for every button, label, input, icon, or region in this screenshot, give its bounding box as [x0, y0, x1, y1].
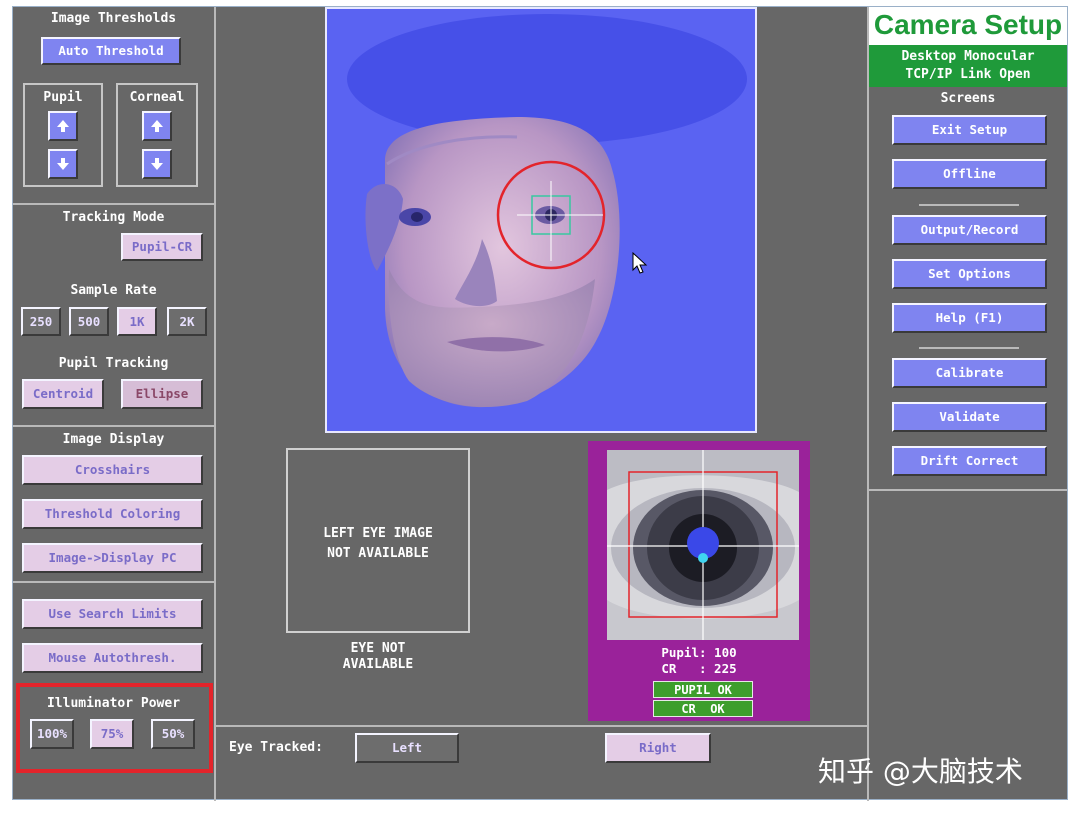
- auto-threshold-button[interactable]: Auto Threshold: [41, 37, 181, 65]
- camera-image[interactable]: [325, 7, 757, 433]
- section-divider: [13, 581, 214, 583]
- sample-rate-250-button[interactable]: 250: [21, 307, 61, 336]
- crosshairs-button[interactable]: Crosshairs: [22, 455, 203, 485]
- bottom-bar-divider: [214, 725, 867, 727]
- centroid-button[interactable]: Centroid: [22, 379, 104, 409]
- sample-rate-1k-button[interactable]: 1K: [117, 307, 157, 336]
- image-display-pc-button[interactable]: Image->Display PC: [22, 543, 203, 573]
- ellipse-button[interactable]: Ellipse: [121, 379, 203, 409]
- left-eye-image-line2: NOT AVAILABLE: [327, 546, 429, 561]
- mouse-autothresh-button[interactable]: Mouse Autothresh.: [22, 643, 203, 673]
- eye-tracked-label: Eye Tracked:: [229, 740, 323, 755]
- output-record-button[interactable]: Output/Record: [892, 215, 1047, 245]
- set-options-button[interactable]: Set Options: [892, 259, 1047, 289]
- tracking-mode-title: Tracking Mode: [62, 210, 165, 225]
- illuminator-75-button[interactable]: 75%: [90, 719, 134, 749]
- arrow-down-icon: [57, 158, 69, 170]
- pupil-tracking-title: Pupil Tracking: [58, 356, 169, 371]
- tracking-overlay: [496, 160, 606, 270]
- mode-line2: TCP/IP Link Open: [905, 67, 1031, 82]
- right-panel-divider: [867, 7, 869, 801]
- corneal-down-button[interactable]: [142, 149, 172, 179]
- eye-not-available-line2: AVAILABLE: [342, 657, 414, 672]
- mode-line1: Desktop Monocular: [901, 49, 1035, 64]
- camera-setup-screen: Image Thresholds Auto Threshold Pupil Co…: [12, 6, 1068, 801]
- pupil-label: Pupil: [43, 90, 83, 105]
- left-eye-image-line1: LEFT EYE IMAGE: [323, 526, 433, 541]
- offline-button[interactable]: Offline: [892, 159, 1047, 189]
- mouse-cursor-icon: [632, 252, 648, 274]
- corneal-label: Corneal: [129, 90, 185, 105]
- help-button[interactable]: Help (F1): [892, 303, 1047, 333]
- eye-closeup: [607, 450, 799, 640]
- screens-title: Screens: [940, 91, 996, 106]
- left-eye-image-box: LEFT EYE IMAGE NOT AVAILABLE: [286, 448, 470, 633]
- illuminator-100-button[interactable]: 100%: [30, 719, 74, 749]
- eye-not-available-line1: EYE NOT: [350, 641, 406, 656]
- button-group-divider: [919, 347, 1019, 349]
- threshold-coloring-button[interactable]: Threshold Coloring: [22, 499, 203, 529]
- eye-left-button[interactable]: Left: [355, 733, 459, 763]
- validate-button[interactable]: Validate: [892, 402, 1047, 432]
- sample-rate-2k-button[interactable]: 2K: [167, 307, 207, 336]
- sample-rate-title: Sample Rate: [70, 283, 157, 298]
- arrow-up-icon: [151, 120, 163, 132]
- pupil-value: Pupil: 100: [661, 645, 737, 660]
- drift-correct-button[interactable]: Drift Correct: [892, 446, 1047, 476]
- camera-setup-title: Camera Setup: [869, 7, 1067, 45]
- corneal-up-button[interactable]: [142, 111, 172, 141]
- calibrate-button[interactable]: Calibrate: [892, 358, 1047, 388]
- connection-status-header: Desktop Monocular TCP/IP Link Open: [869, 45, 1067, 87]
- section-divider: [13, 425, 214, 427]
- section-divider: [13, 203, 214, 205]
- section-divider: [869, 489, 1067, 491]
- sample-rate-500-button[interactable]: 500: [69, 307, 109, 336]
- cr-ok-badge: CR OK: [653, 700, 753, 717]
- arrow-up-icon: [57, 120, 69, 132]
- image-display-title: Image Display: [62, 432, 165, 447]
- illuminator-power-title: Illuminator Power: [46, 696, 181, 711]
- arrow-down-icon: [151, 158, 163, 170]
- pupil-down-button[interactable]: [48, 149, 78, 179]
- image-thresholds-title: Image Thresholds: [50, 11, 177, 26]
- right-eye-panel: Pupil: 100 CR : 225 PUPIL OK CR OK: [588, 441, 810, 721]
- eye-closeup-image: [607, 450, 799, 640]
- cr-value: CR : 225: [661, 661, 737, 676]
- left-panel-divider: [214, 7, 216, 801]
- eye-right-button[interactable]: Right: [605, 733, 711, 763]
- tracking-mode-pupil-cr-button[interactable]: Pupil-CR: [121, 233, 203, 261]
- use-search-limits-button[interactable]: Use Search Limits: [22, 599, 203, 629]
- exit-setup-button[interactable]: Exit Setup: [892, 115, 1047, 145]
- pupil-ok-badge: PUPIL OK: [653, 681, 753, 698]
- pupil-up-button[interactable]: [48, 111, 78, 141]
- watermark: 知乎 @大脑技术: [818, 755, 1023, 788]
- button-group-divider: [919, 204, 1019, 206]
- illuminator-50-button[interactable]: 50%: [151, 719, 195, 749]
